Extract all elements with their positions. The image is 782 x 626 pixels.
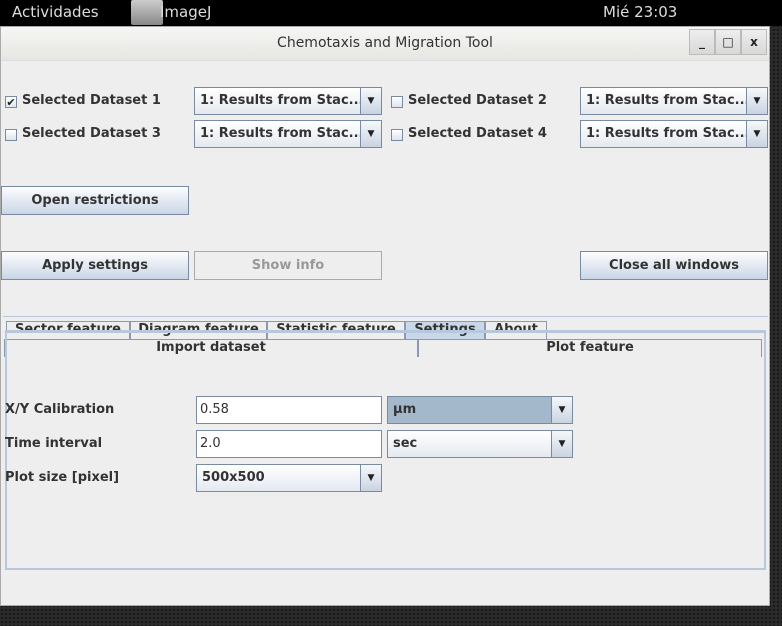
dataset-1-checkbox[interactable]: ✔ bbox=[5, 96, 17, 109]
plot-size-label: Plot size [pixel] bbox=[5, 470, 120, 485]
dataset-4-label: Selected Dataset 4 bbox=[408, 126, 547, 141]
apply-settings-button[interactable]: Apply settings bbox=[1, 251, 189, 280]
dataset-3-label: Selected Dataset 3 bbox=[22, 126, 161, 141]
dataset-4-checkbox[interactable] bbox=[391, 129, 403, 141]
dataset-2-select[interactable]: 1: Results from Stac... ▼ bbox=[580, 87, 768, 115]
time-interval-input[interactable]: 2.0 bbox=[196, 430, 382, 458]
chevron-down-icon[interactable]: ▼ bbox=[360, 88, 381, 114]
dataset-3-checkbox[interactable] bbox=[5, 129, 17, 141]
dataset-2-checkbox[interactable] bbox=[391, 96, 403, 108]
settings-panel bbox=[5, 330, 766, 570]
dataset-1-select[interactable]: 1: Results from Stac... ▼ bbox=[194, 87, 382, 115]
chevron-down-icon[interactable]: ▼ bbox=[746, 88, 767, 114]
chevron-down-icon[interactable]: ▼ bbox=[360, 465, 381, 491]
close-button[interactable]: x bbox=[741, 29, 767, 55]
show-info-button[interactable]: Show info bbox=[194, 251, 382, 280]
top-bar: Actividades Mié 23:03 bbox=[0, 0, 782, 26]
chevron-down-icon[interactable]: ▼ bbox=[360, 121, 381, 147]
title-bar: Chemotaxis and Migration Tool _ □ x bbox=[1, 27, 769, 61]
time-unit-select[interactable]: sec ▼ bbox=[387, 430, 573, 458]
imagej-app-icon[interactable] bbox=[131, 0, 163, 25]
open-restrictions-button[interactable]: Open restrictions bbox=[1, 186, 189, 215]
xy-calibration-label: X/Y Calibration bbox=[5, 402, 115, 417]
plot-size-select[interactable]: 500x500 ▼ bbox=[196, 464, 382, 492]
time-interval-label: Time interval bbox=[5, 436, 103, 451]
clock[interactable]: Mié 23:03 bbox=[603, 3, 677, 21]
dataset-3-select[interactable]: 1: Results from Stac... ▼ bbox=[194, 120, 382, 148]
xy-unit-select[interactable]: µm ▼ bbox=[387, 396, 573, 424]
maximize-button[interactable]: □ bbox=[715, 29, 741, 55]
close-all-windows-button[interactable]: Close all windows bbox=[580, 251, 768, 280]
dataset-2-label: Selected Dataset 2 bbox=[408, 93, 547, 108]
chevron-down-icon[interactable]: ▼ bbox=[551, 397, 572, 423]
chevron-down-icon[interactable]: ▼ bbox=[746, 121, 767, 147]
dataset-4-select[interactable]: 1: Results from Stac... ▼ bbox=[580, 120, 768, 148]
xy-calibration-input[interactable]: 0.58 bbox=[196, 396, 382, 424]
minimize-button[interactable]: _ bbox=[689, 29, 715, 55]
dataset-1-label: Selected Dataset 1 bbox=[22, 93, 161, 108]
chevron-down-icon[interactable]: ▼ bbox=[551, 431, 572, 457]
window-title: Chemotaxis and Migration Tool bbox=[277, 35, 493, 51]
activities-button[interactable]: Actividades bbox=[12, 3, 99, 21]
app-name[interactable]: ImageJ bbox=[160, 3, 211, 21]
tab-area-border bbox=[3, 316, 768, 317]
